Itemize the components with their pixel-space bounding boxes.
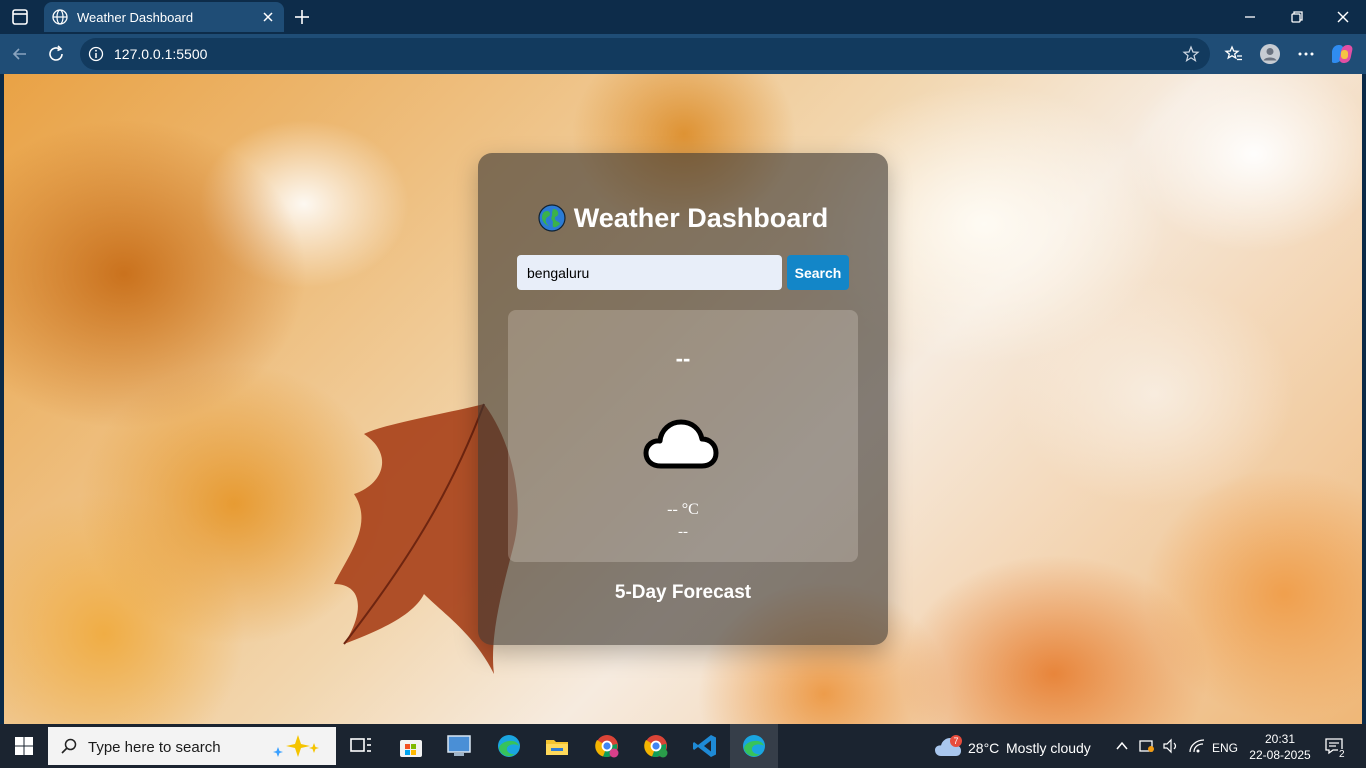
more-options-icon[interactable] xyxy=(1296,44,1316,64)
restore-icon[interactable] xyxy=(1287,7,1307,27)
back-icon[interactable] xyxy=(10,44,30,64)
weather-condition[interactable]: Mostly cloudy xyxy=(1006,740,1091,756)
language-indicator[interactable]: ENG xyxy=(1212,741,1238,755)
app-title: Weather Dashboard xyxy=(478,203,888,234)
globe-favicon-icon xyxy=(52,9,68,25)
vscode-icon[interactable] xyxy=(691,732,719,760)
clock-date: 22-08-2025 xyxy=(1249,748,1311,762)
close-tab-icon[interactable] xyxy=(260,9,276,25)
windows-start-icon[interactable] xyxy=(14,736,34,756)
profile-avatar-icon[interactable] xyxy=(1259,43,1281,65)
search-icon xyxy=(61,738,77,754)
address-bar[interactable]: 127.0.0.1:5500 xyxy=(80,38,1210,70)
browser-tab[interactable]: Weather Dashboard xyxy=(44,2,284,32)
microsoft-store-icon[interactable] xyxy=(397,732,425,760)
copilot-icon[interactable] xyxy=(1332,42,1356,66)
minimize-icon[interactable] xyxy=(1240,7,1260,27)
windows-taskbar: Type here to search 7 28°C Mostly cloudy… xyxy=(0,724,1366,768)
page-viewport: Weather Dashboard Search -- -- °C -- 5-D… xyxy=(4,74,1362,724)
chrome-icon[interactable] xyxy=(593,732,621,760)
system-clock[interactable]: 20:31 22-08-2025 xyxy=(1248,731,1312,763)
globe-icon xyxy=(538,204,566,232)
tab-title: Weather Dashboard xyxy=(77,10,194,25)
edge-active-icon[interactable] xyxy=(740,732,768,760)
weather-description: -- xyxy=(678,524,688,540)
app-title-text: Weather Dashboard xyxy=(573,203,829,233)
cloud-icon xyxy=(643,419,719,469)
chevron-up-icon[interactable] xyxy=(1115,740,1129,752)
notification-count: 2 xyxy=(1338,749,1346,760)
favorite-star-icon[interactable] xyxy=(1182,45,1200,63)
current-weather-panel: -- -- °C -- xyxy=(508,310,858,562)
browser-toolbar: 127.0.0.1:5500 xyxy=(0,34,1366,74)
refresh-icon[interactable] xyxy=(46,44,66,64)
file-explorer-icon[interactable] xyxy=(543,732,571,760)
control-panel-icon[interactable] xyxy=(445,732,473,760)
forecast-title: 5-Day Forecast xyxy=(614,582,752,603)
sparkle-icon xyxy=(273,735,319,757)
weather-card: Weather Dashboard Search -- -- °C -- 5-D… xyxy=(478,153,888,645)
favorites-icon[interactable] xyxy=(1224,44,1244,64)
edge-browser-icon[interactable] xyxy=(495,732,523,760)
temperature-value: -- °C xyxy=(667,501,699,518)
url-text: 127.0.0.1:5500 xyxy=(114,46,208,62)
close-window-icon[interactable] xyxy=(1333,7,1353,27)
network-icon[interactable] xyxy=(1188,738,1206,754)
meet-now-icon[interactable] xyxy=(1138,738,1156,754)
site-info-icon[interactable] xyxy=(88,46,104,62)
chrome-profile-icon[interactable] xyxy=(642,732,670,760)
weather-alert-badge: 7 xyxy=(950,735,962,747)
new-tab-icon[interactable] xyxy=(292,7,312,27)
task-view-icon[interactable] xyxy=(347,732,375,760)
city-search-input[interactable] xyxy=(517,255,782,290)
browser-tab-bar: Weather Dashboard xyxy=(0,0,1366,34)
tab-actions-icon[interactable] xyxy=(10,7,30,27)
search-button[interactable]: Search xyxy=(787,255,849,290)
clock-time: 20:31 xyxy=(1264,732,1296,746)
taskbar-search-placeholder: Type here to search xyxy=(88,739,221,756)
weather-temperature[interactable]: 28°C xyxy=(968,740,999,756)
city-name: -- xyxy=(675,346,691,371)
volume-icon[interactable] xyxy=(1162,738,1180,754)
taskbar-search-box[interactable]: Type here to search xyxy=(48,727,336,765)
